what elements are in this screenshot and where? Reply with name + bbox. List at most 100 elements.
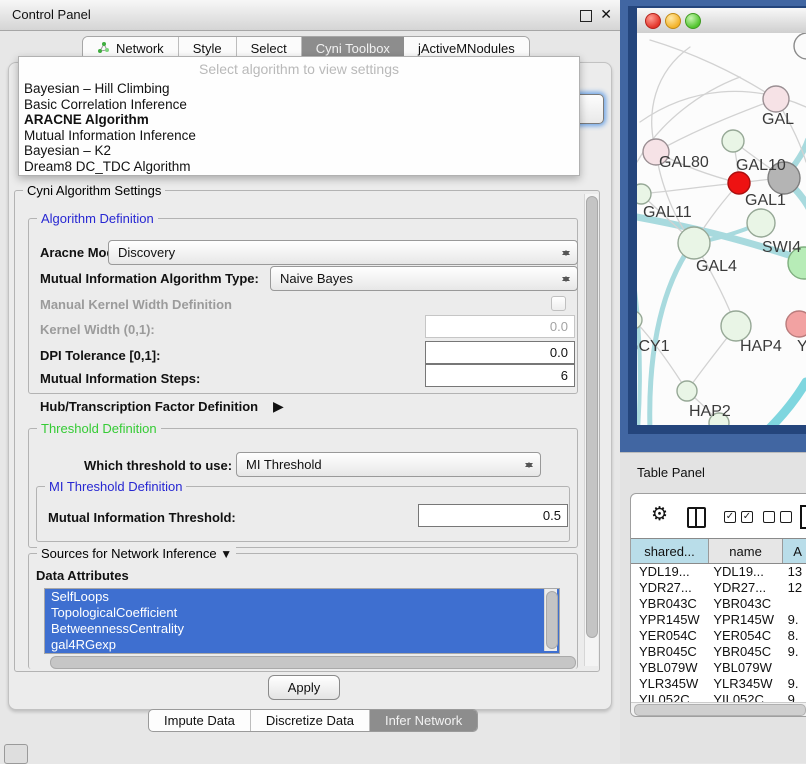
table-row[interactable]: YBL079WYBL079W — [631, 659, 806, 675]
mi-threshold-field[interactable]: 0.5 — [418, 504, 568, 527]
scrollbar-thumb[interactable] — [634, 704, 806, 716]
field-value: 0.0 — [550, 345, 568, 360]
algorithm-option[interactable]: Bayesian – Hill Climbing — [19, 81, 579, 97]
table-cell: YIL052C — [709, 692, 783, 703]
network-node[interactable] — [786, 311, 806, 337]
manual-kernel-checkbox[interactable] — [551, 296, 566, 311]
dpi-tolerance-field[interactable]: 0.0 — [425, 341, 575, 364]
close-icon[interactable]: ✕ — [600, 6, 612, 23]
network-node[interactable] — [637, 311, 642, 329]
tab-label: Style — [193, 41, 222, 56]
dpi-tolerance-label: DPI Tolerance [0,1]: — [40, 348, 160, 363]
settings-vertical-scrollbar[interactable] — [584, 194, 598, 666]
table-panel: Table Panel ⚙ ✓ ✓ shared... name A YDL19… — [620, 452, 806, 763]
column-header-name[interactable]: name — [709, 539, 783, 563]
node-label: GAL4 — [696, 258, 737, 275]
network-node[interactable] — [747, 209, 775, 237]
network-edge[interactable] — [656, 99, 776, 152]
bottom-tabs: Impute Data Discretize Data Infer Networ… — [148, 709, 478, 732]
algorithm-option[interactable]: Bayesian – K2 — [19, 143, 579, 159]
zoom-traffic-light-icon[interactable] — [685, 13, 701, 29]
data-attributes-list[interactable]: SelfLoopsTopologicalCoefficientBetweenne… — [44, 588, 560, 654]
table-row[interactable]: YER054CYER054C8. — [631, 627, 806, 643]
attribute-item[interactable]: BetweennessCentrality — [45, 621, 559, 637]
hub-definition-label[interactable]: Hub/Transcription Factor Definition — [40, 399, 258, 414]
minimize-traffic-light-icon[interactable] — [665, 13, 681, 29]
group-title: MI Threshold Definition — [45, 479, 186, 494]
algorithm-option[interactable]: Dream8 DC_TDC Algorithm — [19, 159, 579, 175]
network-node[interactable] — [722, 130, 744, 152]
table-cell: YER054C — [709, 628, 783, 643]
table-row[interactable]: YPR145WYPR145W9. — [631, 611, 806, 627]
attribute-item[interactable]: SelfLoops — [45, 589, 559, 605]
control-panel-titlebar: Control Panel ✕ — [0, 0, 620, 31]
collapse-arrow-icon[interactable]: ▼ — [220, 547, 232, 561]
algorithm-option[interactable]: Basic Correlation Inference — [19, 97, 579, 113]
mi-steps-field[interactable]: 6 — [425, 364, 575, 387]
document-icon[interactable] — [800, 505, 806, 529]
tab-infer-network[interactable]: Infer Network — [370, 710, 477, 731]
table-row[interactable]: YLR345WYLR345W9. — [631, 675, 806, 691]
kernel-width-field[interactable]: 0.0 — [425, 315, 575, 338]
expand-arrow-icon[interactable]: ▶ — [273, 398, 284, 415]
network-window-titlebar[interactable] — [637, 8, 806, 34]
tab-discretize-data[interactable]: Discretize Data — [251, 710, 370, 731]
network-node[interactable] — [721, 311, 751, 341]
network-edge[interactable] — [641, 183, 739, 194]
table-row[interactable]: YDL19...YDL19...13 — [631, 563, 806, 579]
table-cell: 9. — [784, 644, 806, 659]
algorithm-option[interactable]: Mutual Information Inference — [19, 128, 579, 144]
unchecked-checkbox-icon[interactable] — [763, 511, 775, 523]
network-node[interactable] — [763, 86, 789, 112]
tab-label: Impute Data — [164, 713, 235, 728]
checked-checkbox-icon[interactable]: ✓ — [741, 511, 753, 523]
apply-button[interactable]: Apply — [268, 675, 340, 700]
attribute-item[interactable]: gal4RGexp — [45, 637, 559, 653]
table-horizontal-scrollbar[interactable] — [631, 702, 806, 716]
gear-icon[interactable]: ⚙ — [651, 503, 668, 526]
table-cell: YBL079W — [631, 660, 709, 675]
mi-steps-label: Mutual Information Steps: — [40, 371, 200, 386]
table-row[interactable]: YIL052CYIL052C9. — [631, 691, 806, 702]
float-window-icon[interactable] — [580, 10, 592, 22]
settings-horizontal-scrollbar[interactable] — [48, 655, 580, 668]
network-edge[interactable] — [768, 382, 806, 425]
network-canvas[interactable]: GALGAL80GAL10GAL1GAL11GAL4SWI4GCY1HAP4YH… — [637, 33, 806, 425]
network-node[interactable] — [637, 184, 651, 204]
network-edge[interactable] — [650, 40, 776, 99]
table-row[interactable]: YBR045CYBR045C9. — [631, 643, 806, 659]
network-edge[interactable] — [637, 320, 687, 391]
network-node[interactable] — [794, 33, 806, 59]
node-label: HAP4 — [740, 338, 782, 355]
list-vertical-scrollbar[interactable] — [544, 589, 557, 651]
network-node[interactable] — [677, 381, 697, 401]
table-row[interactable]: YBR043CYBR043C — [631, 595, 806, 611]
table-cell: YER054C — [631, 628, 709, 643]
desktop-background: GALGAL80GAL10GAL1GAL11GAL4SWI4GCY1HAP4YH… — [620, 0, 806, 452]
table-cell: YDR27... — [631, 580, 709, 595]
panel-title: Control Panel — [12, 7, 91, 22]
mi-type-combo[interactable]: Naive Bayes — [270, 266, 578, 291]
network-icon — [97, 41, 110, 57]
network-node[interactable] — [728, 172, 750, 194]
tab-impute-data[interactable]: Impute Data — [149, 710, 251, 731]
docked-panel-button[interactable] — [4, 744, 28, 764]
which-threshold-combo[interactable]: MI Threshold — [236, 452, 541, 477]
column-header-shared-name[interactable]: shared... — [631, 539, 709, 563]
aracne-mode-combo[interactable]: Discovery — [108, 240, 578, 265]
table-header: shared... name A — [631, 538, 806, 564]
scrollbar-thumb[interactable] — [586, 196, 598, 638]
network-node[interactable] — [678, 227, 710, 259]
scrollbar-thumb[interactable] — [546, 591, 558, 649]
algorithm-option[interactable]: ARACNE Algorithm — [19, 112, 579, 128]
column-header-partial[interactable]: A — [783, 539, 806, 563]
attribute-item[interactable]: TopologicalCoefficient — [45, 605, 559, 621]
table-row[interactable]: YDR27...YDR27...12 — [631, 579, 806, 595]
tab-label: Select — [251, 41, 287, 56]
unchecked-checkbox-icon[interactable] — [780, 511, 792, 523]
scrollbar-thumb[interactable] — [50, 656, 576, 669]
data-attributes-label: Data Attributes — [36, 568, 129, 583]
checked-checkbox-icon[interactable]: ✓ — [724, 511, 736, 523]
close-traffic-light-icon[interactable] — [645, 13, 661, 29]
split-columns-icon[interactable] — [687, 507, 706, 528]
